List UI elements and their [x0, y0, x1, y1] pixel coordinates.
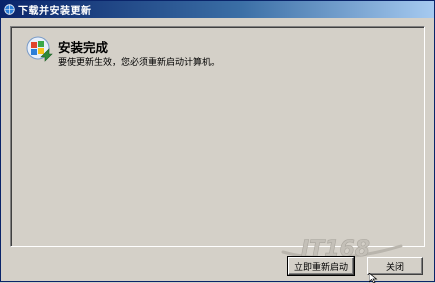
completion-heading: 安装完成 — [58, 40, 109, 55]
title-bar[interactable]: 下载并安装更新 — [1, 1, 434, 18]
content-panel: 安装完成 要使更新生效，您必须重新启动计算机。 — [10, 26, 425, 247]
restart-now-button[interactable]: 立即重新启动 — [287, 256, 355, 276]
globe-icon — [4, 4, 15, 15]
restart-message: 要使更新生效，您必须重新启动计算机。 — [58, 58, 221, 68]
update-dialog-window: 下载并安装更新 安装完成 要使更新生效，您必须重新启动计算机。 IT168 立即… — [0, 0, 435, 283]
window-title: 下载并安装更新 — [18, 6, 92, 17]
windows-update-icon — [25, 35, 53, 63]
